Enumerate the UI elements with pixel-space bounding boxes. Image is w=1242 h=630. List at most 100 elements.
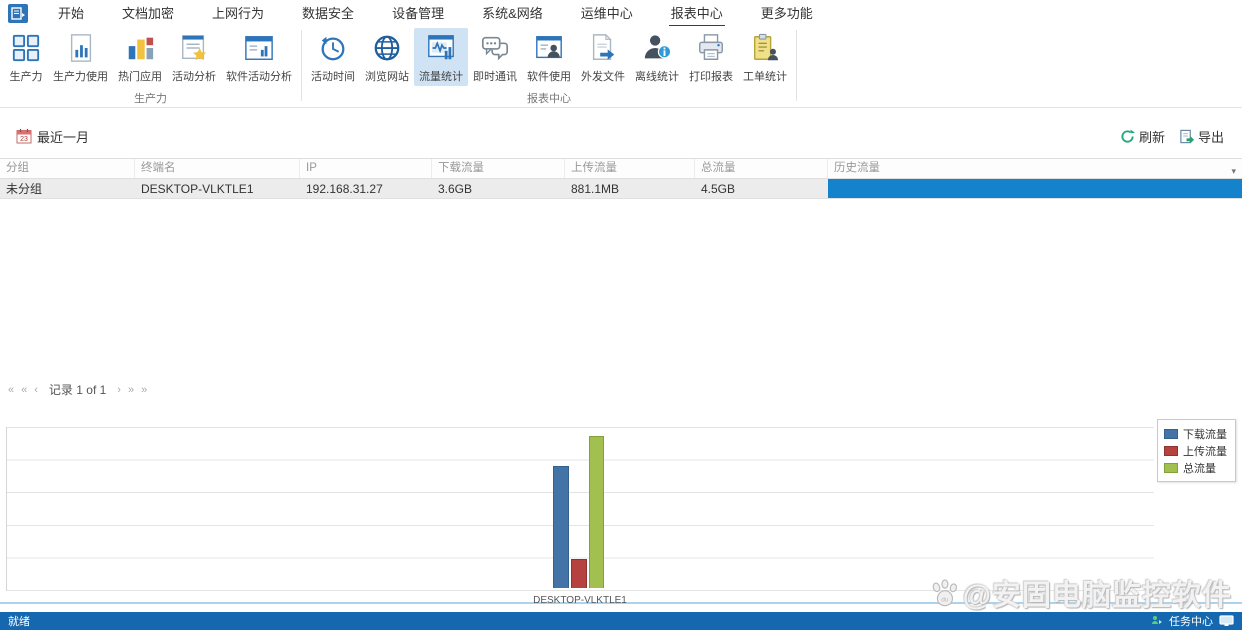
tab-start[interactable]: 开始 xyxy=(56,0,86,27)
bar-download[interactable] xyxy=(553,466,569,588)
task-center-icon xyxy=(1151,615,1163,627)
ribbon-btn-activity-analysis[interactable]: 活动分析 xyxy=(167,28,221,86)
ribbon-btn-offline-stats[interactable]: 离线统计 xyxy=(630,28,684,86)
ribbon-btn-software-usage[interactable]: 软件使用 xyxy=(522,28,576,86)
tab-web-behavior[interactable]: 上网行为 xyxy=(210,0,266,27)
ribbon-btn-activity-time[interactable]: 活动时间 xyxy=(306,28,360,86)
ribbon-btn-label: 外发文件 xyxy=(581,68,625,84)
export-button[interactable]: 导出 xyxy=(1179,127,1224,146)
tab-device-mgmt[interactable]: 设备管理 xyxy=(390,0,446,27)
date-range-label: 最近一月 xyxy=(37,127,89,146)
status-bar: 就绪 任务中心 xyxy=(0,612,1242,630)
refresh-label: 刷新 xyxy=(1139,127,1165,146)
ribbon-btn-ticket-stats[interactable]: 工单统计 xyxy=(738,28,792,86)
bar-upload[interactable] xyxy=(571,559,587,588)
doc-arrow-icon xyxy=(586,31,620,65)
ribbon-group-label: 生产力 xyxy=(0,90,301,106)
tab-doc-encrypt[interactable]: 文档加密 xyxy=(120,0,176,27)
tab-more-features[interactable]: 更多功能 xyxy=(759,0,815,27)
legend-label: 上传流量 xyxy=(1183,443,1227,459)
traffic-bar-chart: DESKTOP-VLKTLE1 下载流量 上传流量 总流量 xyxy=(0,415,1242,604)
export-label: 导出 xyxy=(1198,127,1224,146)
ribbon-btn-browse-sites[interactable]: 浏览网站 xyxy=(360,28,414,86)
printer-icon xyxy=(694,31,728,65)
ribbon-btn-productivity[interactable]: 生产力 xyxy=(4,28,48,86)
ribbon-btn-print-report[interactable]: 打印报表 xyxy=(684,28,738,86)
tab-data-security[interactable]: 数据安全 xyxy=(300,0,356,27)
ribbon-group-label: 报表中心 xyxy=(302,90,796,106)
ribbon-btn-label: 流量统计 xyxy=(419,68,463,84)
pager-prev-page-button[interactable]: « xyxy=(21,383,27,397)
pager-next-page-button[interactable]: » xyxy=(128,383,134,397)
cell-upload: 881.1MB xyxy=(565,179,695,198)
legend-swatch-upload xyxy=(1164,446,1178,456)
chart-category-label: DESKTOP-VLKTLE1 xyxy=(500,595,660,606)
cell-terminal: DESKTOP-VLKTLE1 xyxy=(135,179,300,198)
app-menu-button[interactable] xyxy=(8,4,28,23)
legend-item-upload[interactable]: 上传流量 xyxy=(1164,442,1227,459)
task-center-button[interactable]: 任务中心 xyxy=(1169,613,1213,629)
col-header-total[interactable]: 总流量 xyxy=(695,159,828,178)
tab-system-network[interactable]: 系统&网络 xyxy=(480,0,545,27)
col-header-group[interactable]: 分组 xyxy=(0,159,135,178)
pager-prev-button[interactable]: ‹ xyxy=(34,383,38,397)
calendar-icon: 23 xyxy=(16,128,32,144)
app-logo-icon xyxy=(11,7,25,20)
col-header-terminal[interactable]: 终端名 xyxy=(135,159,300,178)
monitor-icon[interactable] xyxy=(1219,615,1234,627)
pager-next-button[interactable]: › xyxy=(117,383,121,397)
col-header-download[interactable]: 下载流量 xyxy=(432,159,565,178)
ribbon-btn-label: 热门应用 xyxy=(118,68,162,84)
clipboard-person-icon xyxy=(748,31,782,65)
table-header-row: 分组 终端名 IP 下载流量 上传流量 总流量 历史流量 ▾ xyxy=(0,158,1242,179)
legend-swatch-download xyxy=(1164,429,1178,439)
cell-history xyxy=(828,179,1242,198)
status-ready-label: 就绪 xyxy=(8,613,30,629)
history-traffic-bar xyxy=(828,179,1242,198)
ribbon-btn-traffic-stats[interactable]: 流量统计 xyxy=(414,28,468,86)
traffic-table: 分组 终端名 IP 下载流量 上传流量 总流量 历史流量 ▾ 未分组 DESKT… xyxy=(0,158,1242,199)
ribbon-toolbar: 生产力 生产力使用 xyxy=(0,26,1242,108)
cell-download: 3.6GB xyxy=(432,179,565,198)
cell-group: 未分组 xyxy=(0,179,135,198)
tab-report-center[interactable]: 报表中心 xyxy=(669,0,725,27)
legend-label: 下载流量 xyxy=(1183,426,1227,442)
ribbon-group-report-center: 活动时间 浏览网站 xyxy=(302,26,796,107)
legend-item-download[interactable]: 下载流量 xyxy=(1164,425,1227,442)
ribbon-separator xyxy=(796,30,797,101)
refresh-button[interactable]: 刷新 xyxy=(1120,127,1165,146)
doc-chart-icon xyxy=(64,31,98,65)
ribbon-btn-hot-apps[interactable]: 热门应用 xyxy=(113,28,167,86)
window-chart-icon xyxy=(242,31,276,65)
ribbon-btn-label: 工单统计 xyxy=(743,68,787,84)
bars-icon xyxy=(123,31,157,65)
cell-total: 4.5GB xyxy=(695,179,828,198)
ribbon-btn-software-activity[interactable]: 软件活动分析 xyxy=(221,28,297,86)
ribbon-group-productivity: 生产力 生产力使用 xyxy=(0,26,301,107)
svg-text:23: 23 xyxy=(20,136,28,143)
chat-icon xyxy=(478,31,512,65)
menu-tabs: 开始 文档加密 上网行为 数据安全 设备管理 系统&网络 运维中心 报表中心 更… xyxy=(56,0,815,27)
column-filter-arrow-icon[interactable]: ▾ xyxy=(1231,162,1236,178)
date-range-filter[interactable]: 23 最近一月 xyxy=(16,127,89,146)
ribbon-btn-outgoing-files[interactable]: 外发文件 xyxy=(576,28,630,86)
ribbon-btn-instant-messaging[interactable]: 即时通讯 xyxy=(468,28,522,86)
table-row[interactable]: 未分组 DESKTOP-VLKTLE1 192.168.31.27 3.6GB … xyxy=(0,179,1242,199)
col-header-history[interactable]: 历史流量 ▾ xyxy=(828,159,1242,178)
window-person-icon xyxy=(532,31,566,65)
ribbon-btn-productivity-usage[interactable]: 生产力使用 xyxy=(48,28,113,86)
legend-item-total[interactable]: 总流量 xyxy=(1164,459,1227,476)
menu-bar: 开始 文档加密 上网行为 数据安全 设备管理 系统&网络 运维中心 报表中心 更… xyxy=(0,0,1242,26)
export-icon xyxy=(1179,129,1194,144)
pulse-chart-icon xyxy=(424,31,458,65)
filter-actions: 刷新 导出 xyxy=(1120,127,1224,146)
col-header-ip[interactable]: IP xyxy=(300,159,432,178)
pager-last-button[interactable]: » xyxy=(141,383,147,397)
ribbon-btn-label: 活动时间 xyxy=(311,68,355,84)
col-header-history-label: 历史流量 xyxy=(834,162,880,174)
col-header-upload[interactable]: 上传流量 xyxy=(565,159,695,178)
bar-total[interactable] xyxy=(589,436,604,588)
legend-label: 总流量 xyxy=(1183,460,1216,476)
tab-ops-center[interactable]: 运维中心 xyxy=(579,0,635,27)
pager-first-button[interactable]: « xyxy=(8,383,14,397)
